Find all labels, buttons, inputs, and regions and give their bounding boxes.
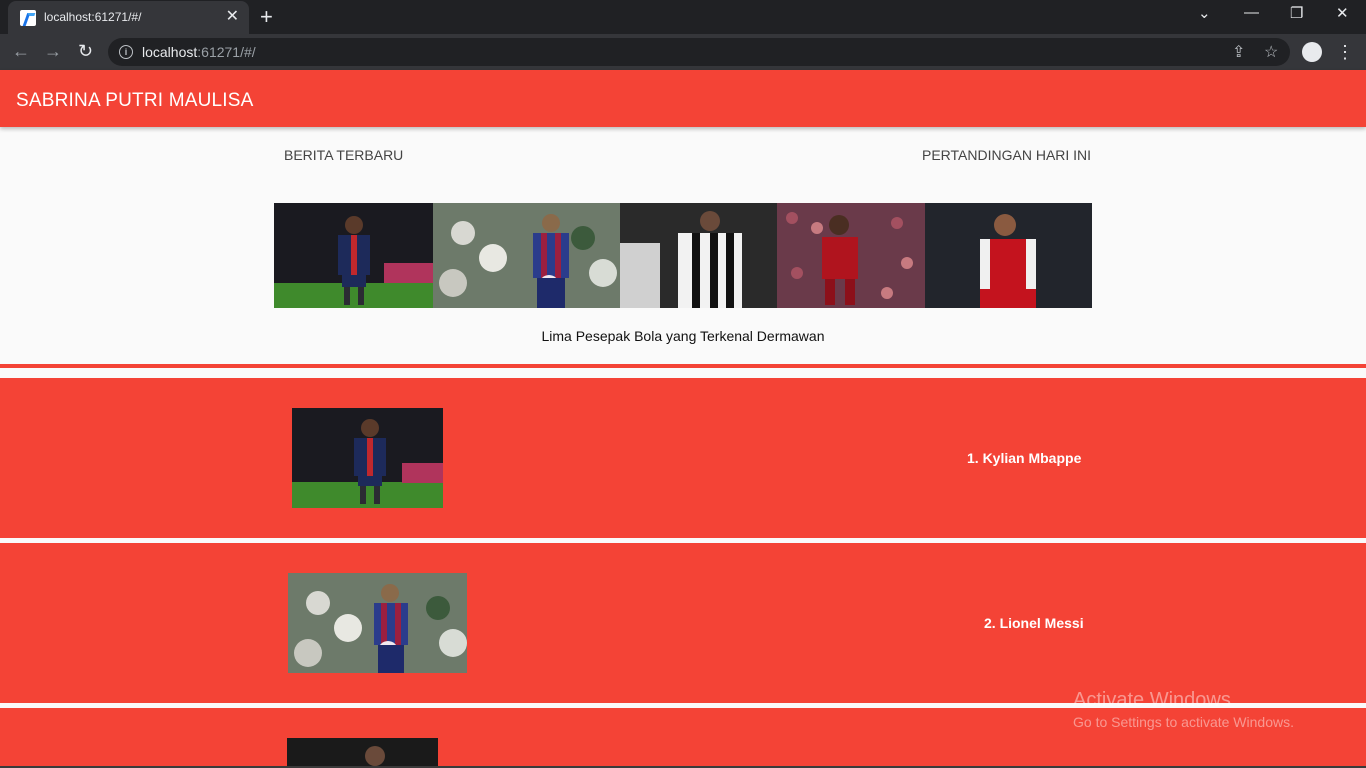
- address-bar[interactable]: i localhost:61271/#/ ⇪ ☆: [108, 38, 1290, 66]
- browser-menu-icon[interactable]: ⋮: [1336, 42, 1354, 62]
- tab-close-icon[interactable]: ✕: [226, 8, 239, 26]
- salah-photo: [777, 203, 925, 308]
- ozil-photo: [925, 203, 1092, 308]
- tab-search-chevron-icon[interactable]: ⌄: [1198, 4, 1211, 22]
- browser-toolbar: ← → ↻ i localhost:61271/#/ ⇪ ☆ ⋮: [0, 34, 1366, 70]
- messi-photo: [433, 203, 620, 308]
- profile-avatar-icon[interactable]: [1302, 42, 1322, 62]
- bookmark-star-icon[interactable]: ☆: [1264, 42, 1278, 62]
- tab-title: localhost:61271/#/: [44, 10, 142, 24]
- flutter-favicon-icon: [20, 10, 36, 26]
- player-photo-messi: [288, 573, 467, 673]
- banner-caption: Lima Pesepak Bola yang Terkenal Dermawan: [541, 328, 825, 344]
- separator-bar: [0, 364, 1366, 368]
- site-info-icon[interactable]: i: [119, 45, 133, 59]
- reload-icon[interactable]: ↻: [78, 41, 93, 61]
- url-path: :61271/#/: [197, 44, 256, 60]
- windows-activation-title: Activate Windows: [1073, 689, 1231, 711]
- player-name-mbappe: 1. Kylian Mbappe: [967, 450, 1082, 466]
- browser-tab[interactable]: localhost:61271/#/ ✕: [8, 1, 249, 34]
- player-name-messi: 2. Lionel Messi: [984, 615, 1084, 631]
- forward-arrow-icon[interactable]: →: [44, 41, 62, 61]
- mbappe-photo: [274, 203, 433, 308]
- app-title: SABRINA PUTRI MAULISA: [16, 90, 254, 111]
- browser-tabstrip: localhost:61271/#/ ✕ + ⌄ — ❐ ✕: [0, 0, 1366, 34]
- url-text[interactable]: localhost:61271/#/: [142, 44, 256, 60]
- windows-activation-subtitle: Go to Settings to activate Windows.: [1073, 714, 1294, 730]
- player-photo-mbappe: [292, 408, 443, 508]
- player-card-mbappe[interactable]: 1. Kylian Mbappe: [0, 378, 1366, 538]
- ronaldo-photo: [620, 203, 777, 308]
- back-arrow-icon[interactable]: ←: [12, 41, 30, 61]
- minimize-icon[interactable]: —: [1244, 4, 1259, 21]
- player-photo-ronaldo: [287, 738, 438, 768]
- app-bar: SABRINA PUTRI MAULISA: [0, 70, 1366, 127]
- restore-icon[interactable]: ❐: [1290, 4, 1303, 22]
- url-host: localhost: [142, 44, 198, 60]
- new-tab-icon[interactable]: +: [260, 5, 273, 29]
- share-icon[interactable]: ⇪: [1232, 42, 1245, 62]
- news-button[interactable]: BERITA TERBARU: [284, 147, 403, 163]
- matches-today-button[interactable]: PERTANDINGAN HARI INI: [922, 147, 1091, 163]
- window-close-icon[interactable]: ✕: [1336, 4, 1349, 22]
- player-card-messi[interactable]: 2. Lionel Messi: [0, 543, 1366, 703]
